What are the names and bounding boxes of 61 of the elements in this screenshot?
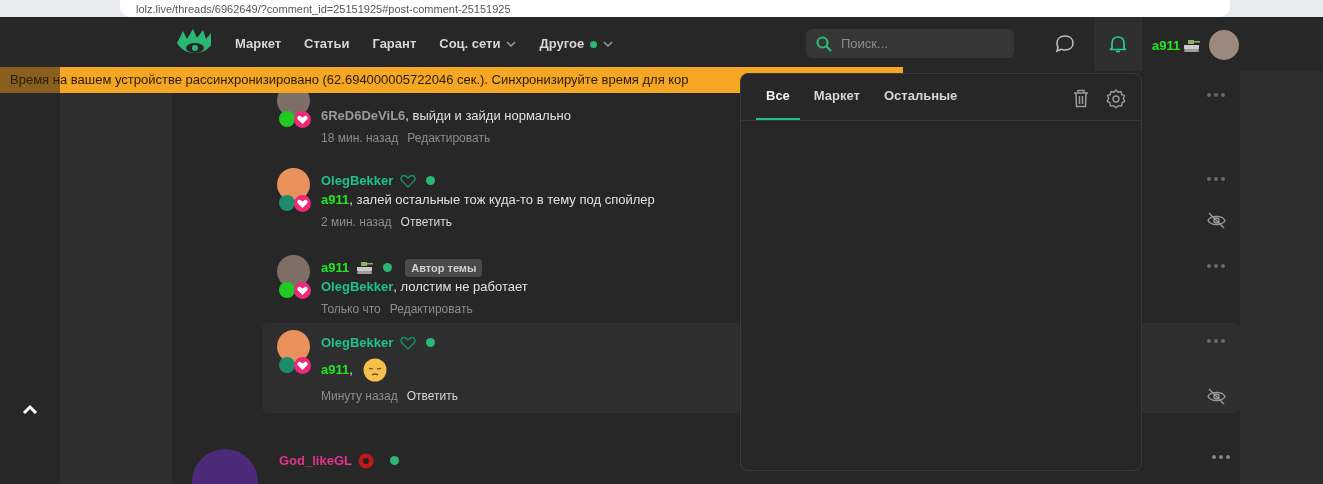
warning-text: Время на вашем устройстве рассинхронизировано (62.694000005722046 сек.). Синхронизируйте время для кор xyxy=(9,71,689,90)
trash-icon[interactable] xyxy=(1073,89,1089,108)
comment-time: 18 мин. назад xyxy=(321,130,399,147)
nav-link[interactable]: Соц. сети xyxy=(439,34,517,54)
url-text: lolz.live/threads/6962649/?comment_id=25151925#post-comment-25151925 xyxy=(136,2,511,15)
badge-icon xyxy=(279,195,295,211)
comment-action-link[interactable]: Ответить xyxy=(400,213,452,231)
author-name[interactable]: God_likeGL xyxy=(279,451,352,471)
tank-icon xyxy=(356,260,374,275)
more-options-icon[interactable] xyxy=(1207,264,1225,268)
comment-action-link[interactable]: Редактировать xyxy=(389,300,473,318)
author-name[interactable]: a911 xyxy=(321,258,350,278)
heart-outline-icon xyxy=(400,173,417,188)
comment-action-link[interactable]: Редактировать xyxy=(407,129,491,147)
more-options-icon[interactable] xyxy=(1207,339,1225,343)
author-tag: Автор темы xyxy=(405,258,483,277)
notification-tab[interactable]: Маркет xyxy=(803,73,870,120)
nav-link[interactable]: Гарант xyxy=(372,34,417,54)
comment-time: 2 мин. назад xyxy=(321,214,392,231)
settings-icon[interactable] xyxy=(1106,89,1126,109)
bell-icon xyxy=(1108,34,1128,54)
chevron-down-icon xyxy=(603,41,614,47)
comment-action-link[interactable]: Ответить xyxy=(406,387,458,405)
search-field[interactable]: Поиск... xyxy=(806,29,1014,58)
emblem-icon xyxy=(357,452,374,469)
comment-time: Минуту назад xyxy=(321,388,398,405)
author-name[interactable]: OlegBekker xyxy=(321,333,394,353)
heart-badge-icon xyxy=(294,195,311,212)
badge-icon xyxy=(279,111,295,127)
comment-time: Только что xyxy=(321,301,381,318)
sad-face-icon xyxy=(362,358,387,382)
address-bar[interactable]: lolz.live/threads/6962649/?comment_id=25151925#post-comment-25151925 xyxy=(120,0,1230,17)
nav-link[interactable]: Другое xyxy=(539,34,614,54)
comment-text: a911, xyxy=(321,361,353,380)
chat-bubble-icon[interactable] xyxy=(1055,34,1075,53)
notifications-button[interactable] xyxy=(1094,17,1142,71)
more-options-icon[interactable] xyxy=(1207,177,1225,181)
username-link[interactable]: a911 xyxy=(1152,36,1181,56)
author-name[interactable]: OlegBekker xyxy=(321,171,394,191)
heart-badge-icon xyxy=(294,111,311,128)
notification-tab[interactable]: Остальные xyxy=(873,73,968,120)
search-icon xyxy=(816,36,832,52)
heart-badge-icon xyxy=(294,282,311,299)
heart-badge-icon xyxy=(294,357,311,374)
chevron-down-icon xyxy=(506,41,517,47)
more-options-icon[interactable] xyxy=(1207,93,1225,97)
heart-outline-icon xyxy=(400,335,417,350)
tank-icon xyxy=(1183,38,1201,53)
badge-icon xyxy=(279,282,295,298)
comment-text: 6ReD6DeViL6, выйди и зайди нормально xyxy=(321,107,571,125)
more-options-icon[interactable] xyxy=(1212,455,1230,459)
eye-slash-icon[interactable] xyxy=(1207,388,1226,405)
nav-link[interactable]: Статьи xyxy=(304,34,350,54)
notification-tab[interactable]: Все xyxy=(756,73,800,120)
comment-text: a911, залей остальные тож куда-то в тему под спойлер xyxy=(321,191,655,209)
user-avatar xyxy=(192,449,258,484)
user-avatar[interactable] xyxy=(1209,30,1239,60)
eye-slash-icon[interactable] xyxy=(1207,212,1226,229)
nav-link[interactable]: Маркет xyxy=(235,34,282,54)
comment-text: OlegBekker, лолстим не работает xyxy=(321,278,528,296)
scroll-up-icon[interactable] xyxy=(22,404,38,415)
